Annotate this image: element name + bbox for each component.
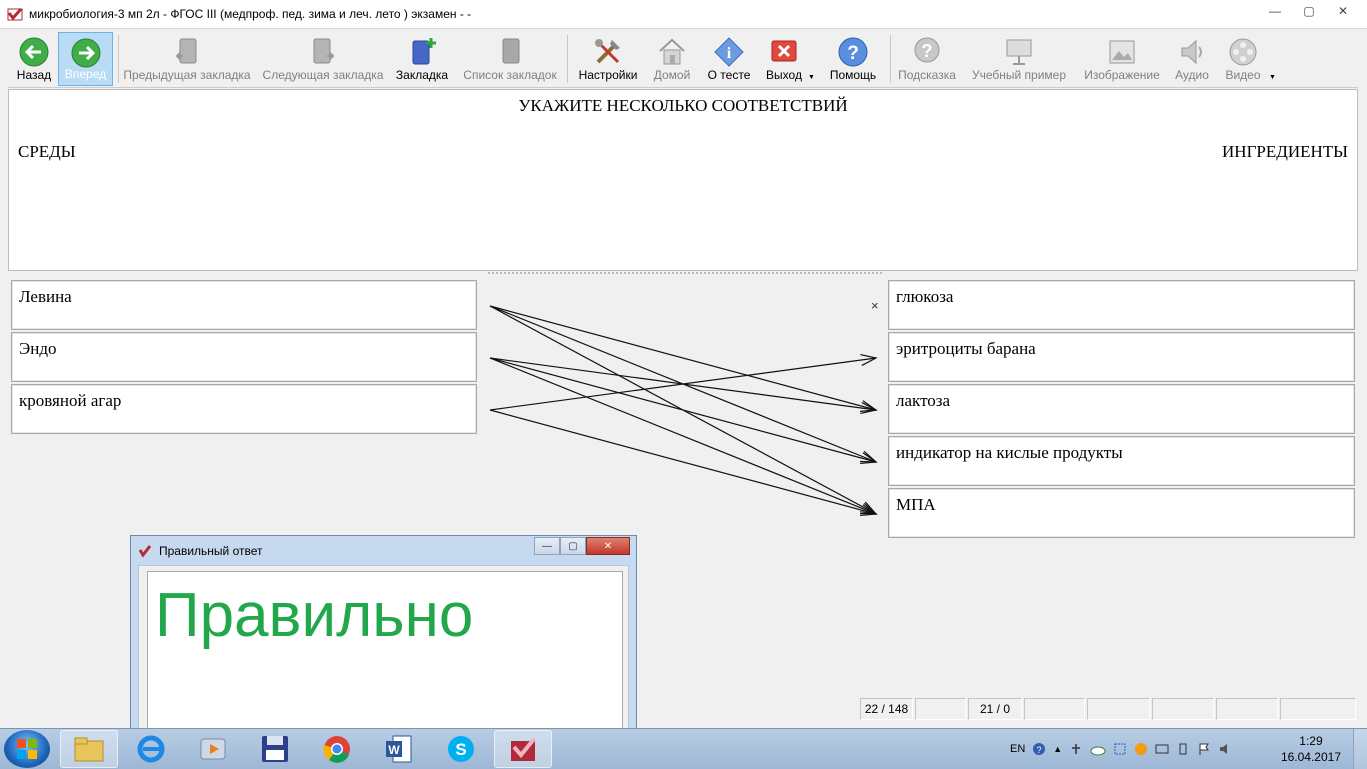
- clock-time: 1:29: [1299, 734, 1323, 748]
- dialog-close-button[interactable]: ✕: [586, 537, 630, 555]
- status-cell: [1087, 698, 1150, 720]
- status-cell: [1152, 698, 1214, 720]
- svg-text:S: S: [455, 740, 466, 759]
- status-cell: [1216, 698, 1278, 720]
- floppy-disk-icon: [262, 736, 288, 762]
- action-center-flag-icon[interactable]: [1197, 742, 1211, 756]
- result-text: Правильно: [155, 581, 474, 650]
- word-icon: W: [386, 735, 412, 763]
- internet-explorer-icon: [137, 735, 165, 763]
- display-icon[interactable]: [1155, 742, 1169, 756]
- cloud-icon[interactable]: [1090, 742, 1106, 756]
- taskbar-ie[interactable]: [122, 730, 180, 768]
- folder-icon: [74, 737, 104, 762]
- usb-icon[interactable]: [1176, 742, 1190, 756]
- avast-icon[interactable]: [1134, 742, 1148, 756]
- dialog-minimize-button[interactable]: —: [534, 537, 560, 555]
- score-text: 21 / 0: [979, 702, 1011, 716]
- dialog-title: Правильный ответ: [159, 544, 263, 558]
- clock-date: 16.04.2017: [1280, 750, 1341, 764]
- taskbar-save-app[interactable]: [246, 730, 304, 768]
- dialog-body: Правильно: [138, 565, 629, 731]
- status-cell: [1280, 698, 1356, 720]
- correct-answer-dialog: Правильный ответ — ▢ ✕ Правильно: [130, 535, 637, 731]
- taskbar-skype[interactable]: S: [432, 730, 490, 768]
- screenshot-icon[interactable]: [1113, 742, 1127, 756]
- windows-logo-icon: [17, 739, 37, 759]
- clock[interactable]: 1:29 16.04.2017: [1281, 733, 1341, 765]
- volume-icon[interactable]: [1218, 742, 1232, 756]
- skype-icon: S: [448, 736, 474, 762]
- system-tray: EN ? ▲: [1010, 729, 1232, 769]
- help-tray-icon[interactable]: ?: [1032, 742, 1046, 756]
- taskbar-explorer[interactable]: [60, 730, 118, 768]
- taskbar-word[interactable]: W: [370, 730, 428, 768]
- connection-line: [489, 305, 877, 411]
- svg-text:W: W: [388, 743, 400, 757]
- tray-expand-icon[interactable]: ▲: [1053, 744, 1062, 754]
- svg-text:?: ?: [1037, 745, 1042, 755]
- network-icon[interactable]: [1069, 742, 1083, 756]
- taskbar-media-player[interactable]: [184, 730, 242, 768]
- connection-line: [489, 409, 877, 515]
- status-cell: [915, 698, 966, 720]
- dialog-maximize-button[interactable]: ▢: [560, 537, 586, 555]
- score-counter: 21 / 0: [968, 698, 1022, 720]
- connection-line: [489, 357, 877, 515]
- test-app-icon: [511, 737, 536, 761]
- taskbar-test-app[interactable]: [494, 730, 552, 768]
- status-cell: [1024, 698, 1085, 720]
- media-player-icon: [200, 738, 226, 760]
- chrome-icon: [323, 736, 350, 763]
- progress-text: 22 / 148: [864, 702, 909, 716]
- start-button[interactable]: [4, 730, 50, 768]
- progress-counter: 22 / 148: [860, 698, 913, 720]
- taskbar-chrome[interactable]: [308, 730, 366, 768]
- minimize-icon: —: [542, 540, 552, 552]
- dialog-app-icon: [138, 545, 152, 558]
- close-icon: ✕: [603, 540, 613, 552]
- language-indicator[interactable]: EN: [1010, 743, 1025, 755]
- taskbar: W S EN ? ▲ 1:29 16.04.2017: [0, 728, 1367, 769]
- connection-line: [489, 357, 877, 463]
- show-desktop-button[interactable]: [1353, 729, 1367, 769]
- dialog-content: Правильно: [147, 571, 623, 731]
- maximize-icon: ▢: [568, 540, 578, 552]
